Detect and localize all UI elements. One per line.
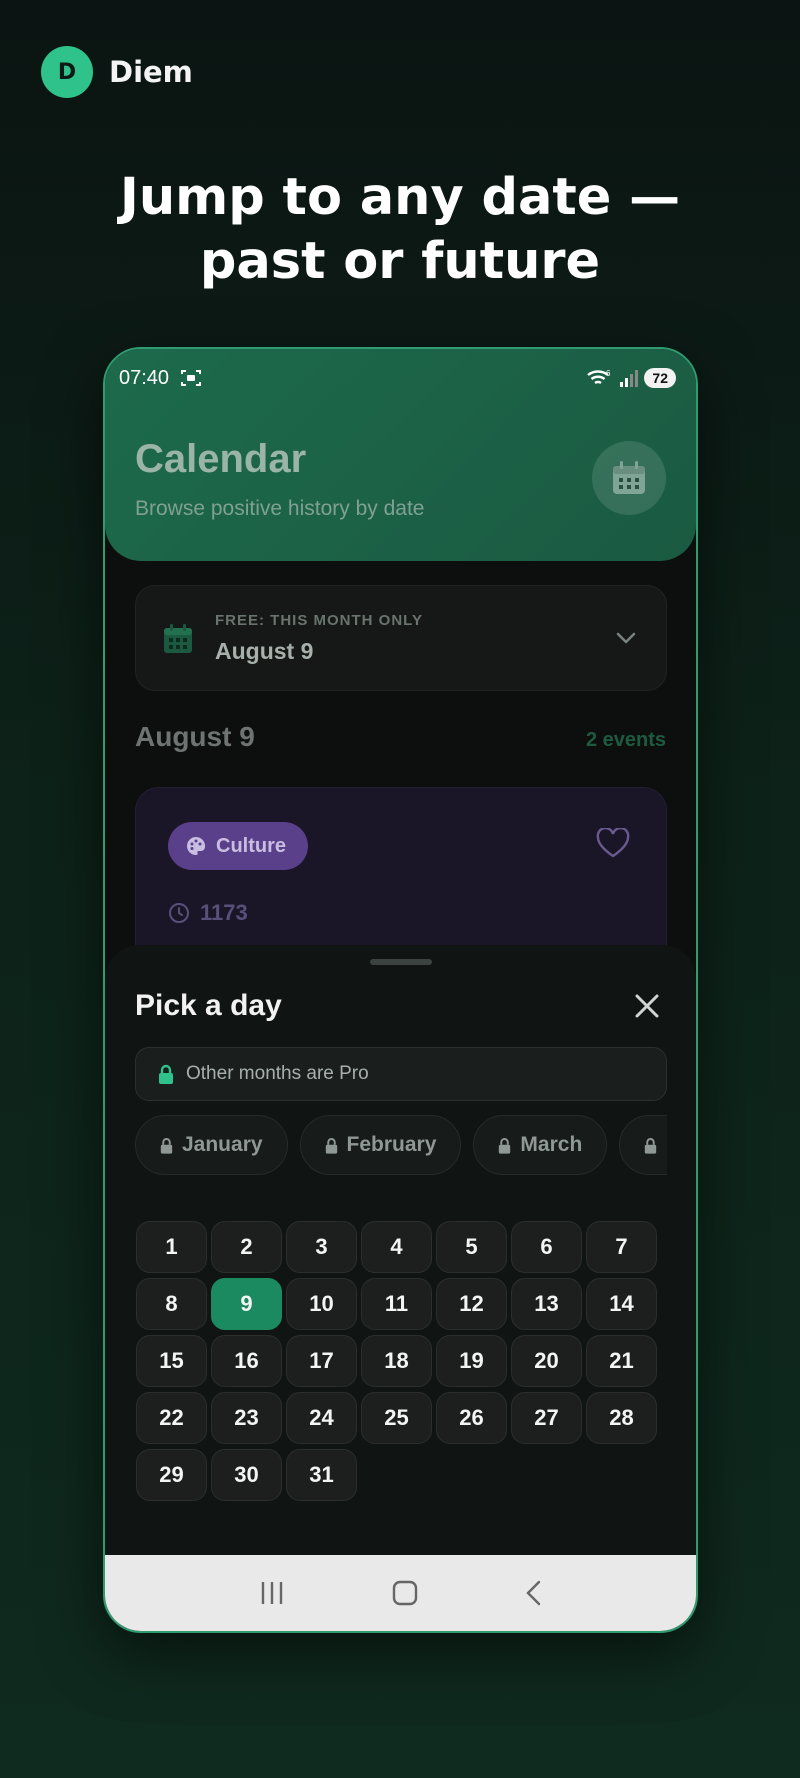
month-selector-value: August 9	[215, 638, 314, 664]
month-chip[interactable]: A	[619, 1115, 667, 1175]
month-chip-label: March	[520, 1133, 583, 1156]
back-icon[interactable]	[524, 1579, 544, 1607]
event-count: 2 events	[585, 729, 666, 751]
lock-icon	[499, 1137, 511, 1154]
day-cell[interactable]: 25	[361, 1392, 432, 1444]
home-icon[interactable]	[391, 1579, 419, 1607]
month-chip[interactable]: February	[299, 1115, 462, 1175]
pro-notice: Other months are Pro	[135, 1047, 667, 1101]
screenshot-icon	[181, 370, 202, 386]
day-cell[interactable]: 4	[361, 1221, 432, 1273]
calendar-header: 07:40 6 72 Calendar Browse positive hist…	[105, 349, 696, 561]
heart-icon[interactable]	[596, 828, 630, 858]
month-chip[interactable]: January	[135, 1115, 288, 1175]
headline-line-1: Jump to any date —	[119, 168, 681, 227]
month-chip-label: A	[666, 1133, 667, 1157]
category-chip: Culture	[168, 822, 308, 870]
day-cell[interactable]: 24	[286, 1392, 357, 1444]
lock-icon	[325, 1137, 337, 1154]
system-nav-bar	[105, 1555, 696, 1631]
day-cell[interactable]: 23	[211, 1392, 282, 1444]
signal-icon	[620, 370, 639, 387]
day-cell[interactable]: 30	[211, 1449, 282, 1501]
headline-line-2: past or future	[199, 232, 601, 291]
calendar-icon	[613, 461, 645, 494]
lock-icon	[160, 1137, 173, 1154]
page-title: Calendar	[135, 437, 307, 481]
brand-name: Diem	[109, 55, 193, 89]
day-cell[interactable]: 28	[586, 1392, 657, 1444]
day-section-title: August 9	[135, 721, 255, 752]
day-cell[interactable]: 20	[511, 1335, 582, 1387]
event-year-value: 1173	[200, 900, 248, 925]
day-grid: 1 2 3 4 5 6 7 8 9 10 11 12 13 14 15 16 17 18 19 20 21 22 23 24 2…	[136, 1221, 662, 1501]
status-bar: 07:40 6 72	[119, 365, 676, 391]
day-cell[interactable]: 31	[286, 1449, 357, 1501]
day-cell[interactable]: 6	[511, 1221, 582, 1273]
brand: D Diem	[41, 46, 193, 98]
day-cell[interactable]: 19	[436, 1335, 507, 1387]
day-cell[interactable]: 5	[436, 1221, 507, 1273]
day-cell[interactable]: 7	[586, 1221, 657, 1273]
battery-indicator: 72	[644, 368, 676, 388]
category-label: Culture	[216, 834, 286, 857]
day-picker-sheet: Pick a day Other months are Pro January F…	[105, 945, 696, 1565]
day-cell[interactable]: 26	[436, 1392, 507, 1444]
sheet-handle[interactable]	[369, 959, 432, 965]
day-cell[interactable]: 10	[286, 1278, 357, 1330]
day-cell-selected[interactable]: 9	[211, 1278, 282, 1330]
month-selector[interactable]: FREE: THIS MONTH ONLY August 9	[135, 585, 667, 691]
clock-icon	[169, 903, 189, 923]
day-cell[interactable]: 29	[136, 1449, 207, 1501]
chevron-down-icon	[616, 632, 636, 644]
wifi-icon: 6	[587, 369, 611, 385]
month-selector-caption: FREE: THIS MONTH ONLY	[215, 612, 423, 629]
month-chips: January February March A	[135, 1115, 667, 1177]
day-cell[interactable]: 11	[361, 1278, 432, 1330]
day-cell[interactable]: 8	[136, 1278, 207, 1330]
event-year: 1173	[168, 900, 248, 926]
calendar-button[interactable]	[592, 441, 666, 515]
headline: Jump to any date — past or future	[0, 166, 800, 294]
close-icon[interactable]	[634, 993, 660, 1019]
pro-notice-text: Other months are Pro	[186, 1063, 369, 1084]
day-cell[interactable]: 13	[511, 1278, 582, 1330]
status-time: 07:40	[119, 366, 170, 389]
day-cell[interactable]: 17	[286, 1335, 357, 1387]
lock-icon	[159, 1064, 173, 1084]
day-cell[interactable]: 15	[136, 1335, 207, 1387]
lock-icon	[645, 1137, 657, 1154]
day-cell[interactable]: 14	[586, 1278, 657, 1330]
phone-frame: 07:40 6 72 Calendar Browse positive hist…	[103, 347, 698, 1633]
recent-apps-icon[interactable]	[258, 1580, 286, 1606]
page-subtitle: Browse positive history by date	[135, 497, 425, 520]
day-cell[interactable]: 1	[136, 1221, 207, 1273]
month-chip[interactable]: March	[473, 1115, 608, 1175]
day-cell[interactable]: 22	[136, 1392, 207, 1444]
brand-logo: D	[41, 46, 93, 98]
day-cell[interactable]: 3	[286, 1221, 357, 1273]
month-chip-label: February	[346, 1133, 437, 1156]
calendar-icon	[164, 624, 192, 653]
day-cell[interactable]: 16	[211, 1335, 282, 1387]
day-cell[interactable]: 18	[361, 1335, 432, 1387]
day-cell[interactable]: 12	[436, 1278, 507, 1330]
month-chip-label: January	[182, 1133, 263, 1156]
day-cell[interactable]: 2	[211, 1221, 282, 1273]
svg-text:6: 6	[606, 369, 611, 378]
day-cell[interactable]: 27	[511, 1392, 582, 1444]
day-cell[interactable]: 21	[586, 1335, 657, 1387]
sheet-title: Pick a day	[135, 989, 282, 1022]
palette-icon	[187, 836, 206, 855]
